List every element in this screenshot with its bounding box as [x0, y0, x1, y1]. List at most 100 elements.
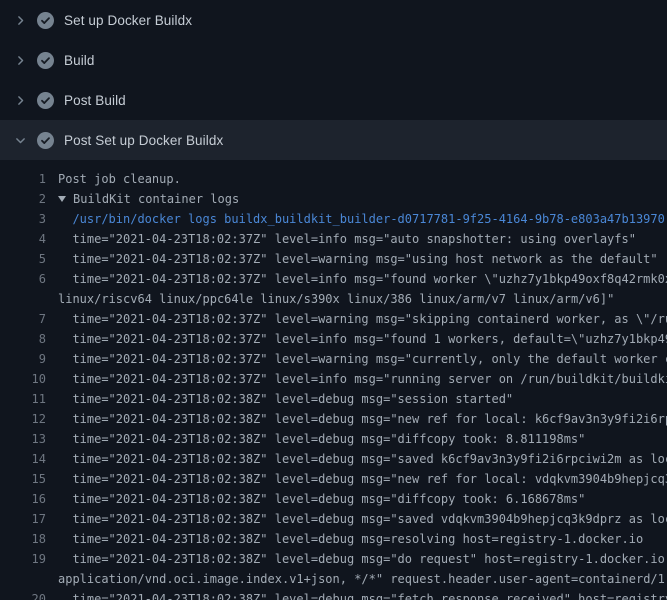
log-line-text: time="2021-04-23T18:02:37Z" level=warnin…: [46, 349, 667, 369]
log-line: 18 time="2021-04-23T18:02:38Z" level=debu…: [0, 529, 667, 549]
chevron-right-icon: [12, 12, 28, 28]
log-text-content: time="2021-04-23T18:02:37Z" level=info m…: [72, 232, 636, 246]
log-line-number[interactable]: 20: [0, 589, 46, 600]
log-text-content: time="2021-04-23T18:02:38Z" level=debug …: [72, 392, 513, 406]
log-text-content: time="2021-04-23T18:02:38Z" level=debug …: [72, 512, 667, 526]
step-row[interactable]: Post Build: [0, 80, 667, 120]
log-line-text: time="2021-04-23T18:02:37Z" level=info m…: [46, 229, 636, 249]
log-line: 15 time="2021-04-23T18:02:38Z" level=debu…: [0, 469, 667, 489]
chevron-right-icon: [12, 92, 28, 108]
log-line-number[interactable]: 16: [0, 489, 46, 509]
step-row[interactable]: Build: [0, 40, 667, 80]
log-line: 3/usr/bin/docker logs buildx_buildkit_bu…: [0, 209, 667, 229]
chevron-right-icon: [12, 52, 28, 68]
check-circle-icon: [37, 52, 54, 69]
step-label: Post Set up Docker Buildx: [64, 133, 223, 148]
log-line-text: time="2021-04-23T18:02:37Z" level=warnin…: [46, 309, 667, 329]
log-command-text: /usr/bin/docker logs buildx_buildkit_bui…: [46, 209, 665, 229]
log-line: 11 time="2021-04-23T18:02:38Z" level=debu…: [0, 389, 667, 409]
log-line-text: application/vnd.oci.image.index.v1+json,…: [46, 569, 667, 589]
log-text-content: time="2021-04-23T18:02:38Z" level=debug …: [72, 532, 643, 546]
log-line-number[interactable]: 17: [0, 509, 46, 529]
log-line: linux/riscv64 linux/ppc64le linux/s390x …: [0, 289, 667, 309]
log-line-number[interactable]: 3: [0, 209, 46, 229]
log-text-content: /usr/bin/docker logs buildx_buildkit_bui…: [72, 212, 664, 226]
log-line-number: [0, 569, 46, 589]
log-line: 6 time="2021-04-23T18:02:37Z" level=info …: [0, 269, 667, 289]
log-text-content: time="2021-04-23T18:02:38Z" level=debug …: [72, 552, 667, 566]
log-line-number[interactable]: 15: [0, 469, 46, 489]
log-text-content: time="2021-04-23T18:02:38Z" level=debug …: [72, 472, 667, 486]
log-text-content: time="2021-04-23T18:02:38Z" level=debug …: [72, 492, 585, 506]
log-line: 16 time="2021-04-23T18:02:38Z" level=debu…: [0, 489, 667, 509]
log-line-text: time="2021-04-23T18:02:38Z" level=debug …: [46, 529, 643, 549]
log-line: 9 time="2021-04-23T18:02:37Z" level=warni…: [0, 349, 667, 369]
log-area: 1 Post job cleanup. 2 BuildKit container lo…: [0, 160, 667, 600]
actions-log-viewer: Set up Docker BuildxBuild Post Build Post …: [0, 0, 667, 600]
log-line-text: linux/riscv64 linux/ppc64le linux/s390x …: [46, 289, 614, 309]
log-text-content: linux/riscv64 linux/ppc64le linux/s390x …: [58, 292, 614, 306]
log-text-content: time="2021-04-23T18:02:38Z" level=debug …: [72, 452, 667, 466]
log-text-content: time="2021-04-23T18:02:37Z" level=info m…: [72, 332, 667, 346]
log-line-text: time="2021-04-23T18:02:38Z" level=debug …: [46, 589, 667, 600]
log-line-number[interactable]: 6: [0, 269, 46, 289]
log-line-number[interactable]: 10: [0, 369, 46, 389]
log-text-content: time="2021-04-23T18:02:37Z" level=warnin…: [72, 352, 667, 366]
log-line-text: time="2021-04-23T18:02:38Z" level=debug …: [46, 549, 667, 569]
log-text-content: time="2021-04-23T18:02:38Z" level=debug …: [72, 432, 585, 446]
step-label: Post Build: [64, 93, 126, 108]
log-line: 13 time="2021-04-23T18:02:38Z" level=debu…: [0, 429, 667, 449]
log-line-number: [0, 289, 46, 309]
log-text-content: time="2021-04-23T18:02:37Z" level=info m…: [72, 272, 667, 286]
check-circle-icon: [37, 12, 54, 29]
log-text-content: time="2021-04-23T18:02:37Z" level=warnin…: [72, 312, 667, 326]
log-line: application/vnd.oci.image.index.v1+json,…: [0, 569, 667, 589]
log-line: 14 time="2021-04-23T18:02:38Z" level=debu…: [0, 449, 667, 469]
check-circle-icon: [37, 92, 54, 109]
step-row[interactable]: Set up Docker Buildx: [0, 0, 667, 40]
log-text-content: time="2021-04-23T18:02:37Z" level=warnin…: [72, 252, 657, 266]
log-text-content: Post job cleanup.: [58, 172, 181, 186]
log-text-content: BuildKit container logs: [73, 192, 239, 206]
log-line-number[interactable]: 5: [0, 249, 46, 269]
log-line-number[interactable]: 19: [0, 549, 46, 569]
log-line-text: time="2021-04-23T18:02:37Z" level=warnin…: [46, 249, 658, 269]
log-line-text: time="2021-04-23T18:02:37Z" level=info m…: [46, 269, 667, 289]
log-line-number[interactable]: 9: [0, 349, 46, 369]
log-line-text: time="2021-04-23T18:02:38Z" level=debug …: [46, 409, 667, 429]
log-line-number[interactable]: 13: [0, 429, 46, 449]
log-line: 7 time="2021-04-23T18:02:37Z" level=warni…: [0, 309, 667, 329]
log-line: 8 time="2021-04-23T18:02:37Z" level=info …: [0, 329, 667, 349]
log-line-number[interactable]: 8: [0, 329, 46, 349]
log-line: 12 time="2021-04-23T18:02:38Z" level=debu…: [0, 409, 667, 429]
log-text-content: application/vnd.oci.image.index.v1+json,…: [58, 572, 667, 586]
log-line-text: time="2021-04-23T18:02:38Z" level=debug …: [46, 469, 667, 489]
log-text-content: time="2021-04-23T18:02:38Z" level=debug …: [72, 412, 667, 426]
log-line-text: BuildKit container logs: [46, 189, 239, 209]
log-group-row[interactable]: 2 BuildKit container logs: [0, 189, 667, 209]
log-line: 4 time="2021-04-23T18:02:37Z" level=info …: [0, 229, 667, 249]
log-line: 5 time="2021-04-23T18:02:37Z" level=warni…: [0, 249, 667, 269]
log-line: 17 time="2021-04-23T18:02:38Z" level=debu…: [0, 509, 667, 529]
log-line-text: Post job cleanup.: [46, 169, 181, 189]
log-line-text: time="2021-04-23T18:02:38Z" level=debug …: [46, 489, 585, 509]
log-line-text: time="2021-04-23T18:02:38Z" level=debug …: [46, 509, 667, 529]
log-line-number[interactable]: 4: [0, 229, 46, 249]
log-text-content: time="2021-04-23T18:02:38Z" level=debug …: [72, 592, 667, 600]
log-line-number[interactable]: 14: [0, 449, 46, 469]
log-line-number[interactable]: 12: [0, 409, 46, 429]
log-line-text: time="2021-04-23T18:02:38Z" level=debug …: [46, 449, 667, 469]
step-row[interactable]: Post Set up Docker Buildx: [0, 120, 667, 160]
log-line: 1 Post job cleanup.: [0, 169, 667, 189]
group-expanded-triangle-icon[interactable]: [58, 196, 66, 202]
log-line-number[interactable]: 2: [0, 189, 46, 209]
log-line-number[interactable]: 7: [0, 309, 46, 329]
log-line-number[interactable]: 18: [0, 529, 46, 549]
log-line: 20 time="2021-04-23T18:02:38Z" level=debu…: [0, 589, 667, 600]
log-line-text: time="2021-04-23T18:02:37Z" level=info m…: [46, 329, 667, 349]
log-text-content: time="2021-04-23T18:02:37Z" level=info m…: [72, 372, 667, 386]
log-line: 19 time="2021-04-23T18:02:38Z" level=debu…: [0, 549, 667, 569]
log-line-number[interactable]: 1: [0, 169, 46, 189]
log-line-number[interactable]: 11: [0, 389, 46, 409]
log-line-text: time="2021-04-23T18:02:38Z" level=debug …: [46, 429, 585, 449]
